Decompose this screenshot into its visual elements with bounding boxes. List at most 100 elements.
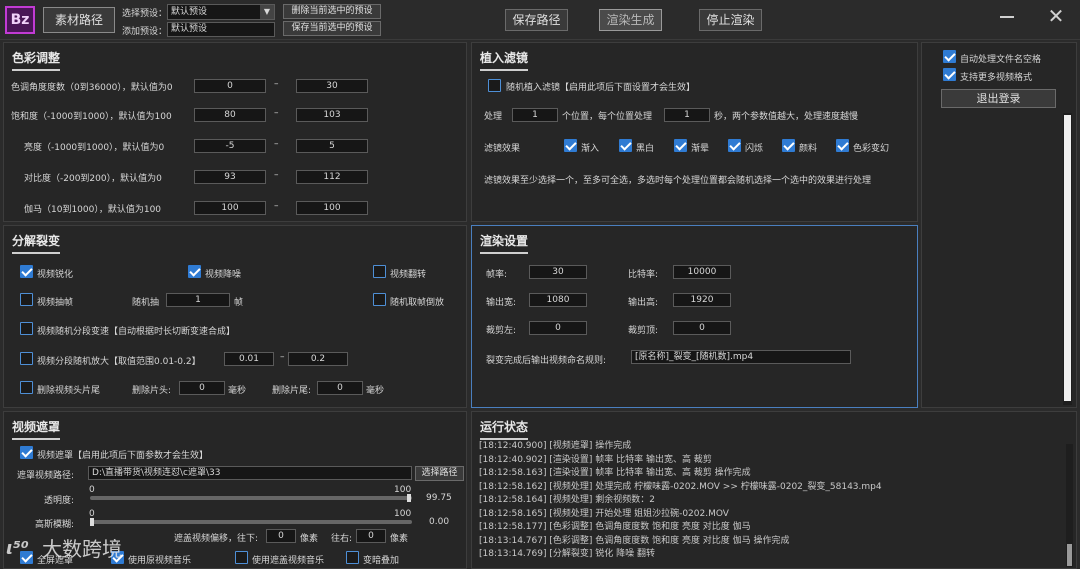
blur-slider-handle[interactable] <box>90 518 94 526</box>
opacity-slider[interactable] <box>90 496 412 500</box>
trim-head-input[interactable]: 0 <box>179 381 225 395</box>
save-path-button[interactable]: 保存路径 <box>505 9 568 31</box>
offset-down-input[interactable]: 0 <box>266 529 296 543</box>
fade-in-checkbox[interactable] <box>564 139 577 152</box>
color-panel-title: 色彩调整 <box>12 49 61 71</box>
zoom-min-input[interactable]: 0.01 <box>224 352 274 366</box>
range-dash: – <box>274 170 279 180</box>
zoom-max-input[interactable]: 0.2 <box>288 352 348 366</box>
log-scrollbar-thumb[interactable] <box>1067 544 1072 566</box>
save-preset-button[interactable]: 保存当前选中的预设 <box>283 21 381 36</box>
seconds-input[interactable]: 1 <box>664 108 710 122</box>
saturation-max-input[interactable]: 103 <box>296 108 368 122</box>
gamma-min-input[interactable]: 100 <box>194 201 266 215</box>
process-mid-label: 个位置，每个位置处理 <box>562 112 653 122</box>
offset-right-label: 往右: <box>331 534 353 544</box>
mask-path-input[interactable]: D:\直播带货\视频连怼\c遮罩\33 <box>88 466 412 480</box>
contrast-max-input[interactable]: 112 <box>296 170 368 184</box>
app-logo: Bz <box>5 6 35 34</box>
close-icon[interactable]: ✕ <box>1046 6 1066 26</box>
render-button[interactable]: 渲染生成 <box>599 9 662 31</box>
select-path-button[interactable]: 选择路径 <box>415 466 464 481</box>
watermark-text: 大数跨境 <box>42 537 122 561</box>
range-dash: – <box>280 352 285 362</box>
color-shift-checkbox[interactable] <box>836 139 849 152</box>
denoise-checkbox[interactable] <box>188 265 201 278</box>
bitrate-input[interactable]: 10000 <box>673 265 731 279</box>
brightness-label: 亮度（-1000到1000），默认值为0 <box>24 143 165 153</box>
contrast-min-input[interactable]: 93 <box>194 170 266 184</box>
brightness-min-input[interactable]: -5 <box>194 139 266 153</box>
offset-right-input[interactable]: 0 <box>356 529 386 543</box>
mask-music-checkbox[interactable] <box>235 551 248 564</box>
delete-preset-button[interactable]: 删除当前选中的预设 <box>283 4 381 19</box>
naming-label: 裂变完成后输出视频命名规则: <box>486 356 607 366</box>
effects-label: 滤镜效果 <box>484 144 521 154</box>
minimize-icon[interactable] <box>1000 16 1014 18</box>
log-scrollbar[interactable] <box>1066 444 1073 567</box>
random-segment-checkbox[interactable] <box>20 322 33 335</box>
process-prefix-label: 处理 <box>484 112 503 122</box>
more-formats-checkbox[interactable] <box>943 68 956 81</box>
original-music-label: 使用原视频音乐 <box>128 556 192 566</box>
overlay-checkbox[interactable] <box>346 551 359 564</box>
extract-frames-checkbox[interactable] <box>20 293 33 306</box>
fps-input[interactable]: 30 <box>529 265 587 279</box>
auto-filename-checkbox[interactable] <box>943 50 956 63</box>
logout-button[interactable]: 退出登录 <box>941 89 1056 108</box>
offset-down-unit: 像素 <box>300 534 319 544</box>
log-line: [18:12:58.165] [视频处理] 开始处理 姐姐沙拉碗-0202.MO… <box>479 508 729 519</box>
height-input[interactable]: 1920 <box>673 293 731 307</box>
offset-down-label: 遮盖视频偏移，往下: <box>174 534 259 544</box>
range-dash: – <box>274 79 279 89</box>
material-path-button[interactable]: 素材路径 <box>43 7 115 33</box>
trim-checkbox[interactable] <box>20 381 33 394</box>
contrast-label: 对比度（-200到200），默认值为0 <box>24 174 162 184</box>
crop-left-input[interactable]: 0 <box>529 321 587 335</box>
saturation-min-input[interactable]: 80 <box>194 108 266 122</box>
log-line: [18:12:58.177] [色彩调整] 色调角度度数 饱和度 亮度 对比度 … <box>479 522 751 532</box>
gamma-max-input[interactable]: 100 <box>296 201 368 215</box>
black-white-checkbox[interactable] <box>619 139 632 152</box>
side-scrollbar-thumb[interactable] <box>1064 115 1071 401</box>
brightness-max-input[interactable]: 5 <box>296 139 368 153</box>
positions-input[interactable]: 1 <box>512 108 558 122</box>
trim-tail-label: 删除片尾: <box>272 386 312 396</box>
crop-top-input[interactable]: 0 <box>673 321 731 335</box>
random-zoom-checkbox[interactable] <box>20 352 33 365</box>
select-preset-label: 选择预设： <box>122 9 168 19</box>
mask-enable-checkbox[interactable] <box>20 446 33 459</box>
flicker-checkbox[interactable] <box>728 139 741 152</box>
crop-top-label: 裁剪顶: <box>628 326 659 336</box>
flicker-label: 闪烁 <box>745 144 764 154</box>
add-preset-input[interactable]: 默认预设 <box>167 22 275 37</box>
chevron-down-icon: ▼ <box>260 5 274 19</box>
blur-max-label: 100 <box>394 509 412 519</box>
opacity-label: 透明度: <box>44 496 75 506</box>
stop-render-button[interactable]: 停止渲染 <box>699 9 762 31</box>
blur-slider[interactable] <box>90 520 412 524</box>
flip-checkbox[interactable] <box>373 265 386 278</box>
paint-label: 颜料 <box>799 144 818 154</box>
hue-min-input[interactable]: 0 <box>194 79 266 93</box>
frames-input[interactable]: 1 <box>166 293 230 307</box>
select-preset-dropdown[interactable]: 默认预设 ▼ <box>167 4 275 20</box>
trim-tail-unit: 毫秒 <box>366 386 385 396</box>
side-scrollbar[interactable] <box>1063 113 1072 405</box>
vignette-checkbox[interactable] <box>674 139 687 152</box>
opacity-slider-handle[interactable] <box>407 494 412 502</box>
log-line: [18:12:40.902] [渲染设置] 帧率 比特率 输出宽、高 裁剪 <box>479 454 712 465</box>
naming-input[interactable]: [原名称]_裂变_[随机数].mp4 <box>631 350 851 364</box>
log-line: [18:12:58.163] [渲染设置] 帧率 比特率 输出宽、高 裁剪 操作… <box>479 468 751 478</box>
paint-checkbox[interactable] <box>782 139 795 152</box>
width-input[interactable]: 1080 <box>529 293 587 307</box>
random-zoom-label: 视频分段随机放大【取值范围0.01-0.2】 <box>37 357 201 367</box>
sharpen-checkbox[interactable] <box>20 265 33 278</box>
fade-in-label: 渐入 <box>581 144 600 154</box>
random-filter-checkbox[interactable] <box>488 79 501 92</box>
auto-filename-label: 自动处理文件名空格 <box>960 55 1042 65</box>
trim-tail-input[interactable]: 0 <box>317 381 363 395</box>
hue-max-input[interactable]: 30 <box>296 79 368 93</box>
random-reverse-checkbox[interactable] <box>373 293 386 306</box>
log-line: [18:13:14.769] [分解裂变] 锐化 降噪 翻转 <box>479 549 655 559</box>
